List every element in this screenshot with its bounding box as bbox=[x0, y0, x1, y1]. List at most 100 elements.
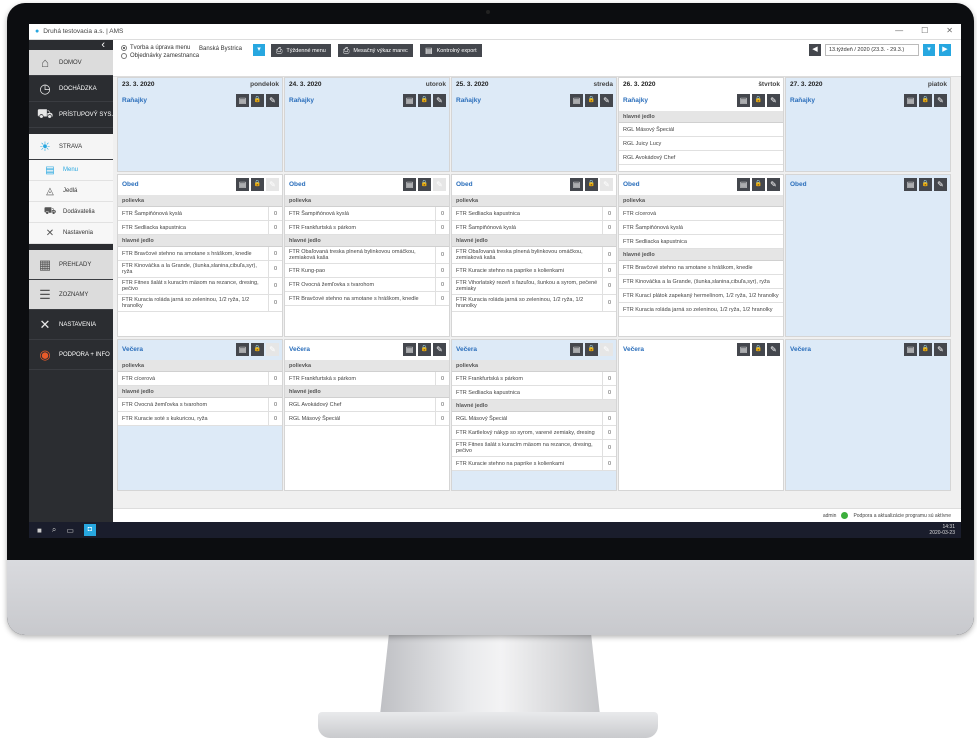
monthly-report-button[interactable]: ⎙ Mesačný výkaz marec bbox=[338, 44, 413, 57]
edit-icon[interactable]: ✎ bbox=[934, 94, 947, 107]
menu-item-row[interactable]: FTR Kinováčka a la Grande, (šunka,slanin… bbox=[118, 261, 282, 278]
lock-icon[interactable]: 🔒 bbox=[418, 343, 431, 356]
menu-item-row[interactable]: RGL Avokádový Chef bbox=[619, 151, 783, 165]
menu-item-row[interactable]: RGL Juicy Lucy bbox=[619, 137, 783, 151]
edit-icon[interactable]: ✎ bbox=[767, 343, 780, 356]
maximize-icon[interactable]: ☐ bbox=[921, 26, 928, 35]
menu-item-row[interactable]: FTR Sedliacka kapustnica bbox=[619, 235, 783, 249]
edit-icon[interactable]: ✎ bbox=[600, 343, 613, 356]
search-icon[interactable]: ⌕ bbox=[52, 525, 56, 535]
edit-icon[interactable]: ✎ bbox=[600, 178, 613, 191]
lock-icon[interactable]: 🔒 bbox=[919, 343, 932, 356]
menu-item-row[interactable]: FTR Obaľovaná treska plnená bylinkovou o… bbox=[285, 247, 449, 264]
edit-icon[interactable]: ✎ bbox=[433, 178, 446, 191]
edit-icon[interactable]: ✎ bbox=[266, 178, 279, 191]
next-week-icon[interactable]: ▶ bbox=[939, 44, 951, 56]
document-icon[interactable]: ▤ bbox=[570, 94, 583, 107]
document-icon[interactable]: ▤ bbox=[236, 178, 249, 191]
sidebar-item-domov[interactable]: ⌂ DOMOV bbox=[29, 50, 113, 76]
menu-item-row[interactable]: RGL Mäsový Špeciál 0 bbox=[285, 412, 449, 426]
app-taskbar-icon[interactable]: ◘ bbox=[83, 524, 96, 536]
sidebar-item-pristupovy[interactable]: ⛟ PRÍSTUPOVÝ SYS. bbox=[29, 102, 113, 128]
document-icon[interactable]: ▤ bbox=[737, 343, 750, 356]
subnav-item-menu[interactable]: ▤ Menu bbox=[29, 160, 113, 181]
document-icon[interactable]: ▤ bbox=[737, 178, 750, 191]
menu-item-row[interactable]: FTR Šampiňónová kyslá 0 bbox=[285, 207, 449, 221]
lock-icon[interactable]: 🔒 bbox=[919, 94, 932, 107]
edit-icon[interactable]: ✎ bbox=[767, 94, 780, 107]
document-icon[interactable]: ▤ bbox=[403, 178, 416, 191]
menu-item-row[interactable]: FTR Frankfurtská s párkom 0 bbox=[452, 372, 616, 386]
lock-icon[interactable]: 🔒 bbox=[585, 178, 598, 191]
lock-icon[interactable]: 🔒 bbox=[919, 178, 932, 191]
menu-item-row[interactable]: FTR Fitnes šalát s kuracím mäsom na reza… bbox=[452, 440, 616, 457]
lock-icon[interactable]: 🔒 bbox=[752, 343, 765, 356]
collapse-sidebar-icon[interactable]: ‹ bbox=[101, 40, 105, 51]
week-dropdown-icon[interactable]: ▾ bbox=[923, 44, 935, 56]
control-export-button[interactable]: ▤ Kontrolný export bbox=[420, 44, 482, 57]
menu-item-row[interactable]: FTR Frankfurtská s párkom 0 bbox=[285, 372, 449, 386]
menu-item-row[interactable]: FTR Sedliacka kapustnica 0 bbox=[452, 207, 616, 221]
sidebar-item-zoznamy[interactable]: ☰ ZOZNAMY bbox=[29, 280, 113, 310]
document-icon[interactable]: ▤ bbox=[570, 343, 583, 356]
radio-tvorba[interactable]: Tvorba a úprava menu bbox=[121, 44, 199, 52]
subnav-item-dodavatelia[interactable]: ⛟ Dodávatelia bbox=[29, 202, 113, 223]
sidebar-item-nastavenia[interactable]: ✕ NASTAVENIA bbox=[29, 310, 113, 340]
menu-item-row[interactable]: FTR Kuracie stehno na paprike s kolienka… bbox=[452, 457, 616, 471]
edit-icon[interactable]: ✎ bbox=[600, 94, 613, 107]
lock-icon[interactable]: 🔒 bbox=[752, 94, 765, 107]
lock-icon[interactable]: 🔒 bbox=[418, 178, 431, 191]
menu-item-row[interactable]: FTR Ovocná žemľovka s tvarohom 0 bbox=[285, 278, 449, 292]
start-icon[interactable]: ■ bbox=[37, 526, 42, 535]
edit-icon[interactable]: ✎ bbox=[433, 343, 446, 356]
lock-icon[interactable]: 🔒 bbox=[418, 94, 431, 107]
document-icon[interactable]: ▤ bbox=[403, 343, 416, 356]
lock-icon[interactable]: 🔒 bbox=[251, 178, 264, 191]
sidebar-item-dochadzka[interactable]: ◷ DOCHÁDZKA bbox=[29, 76, 113, 102]
lock-icon[interactable]: 🔒 bbox=[251, 343, 264, 356]
menu-item-row[interactable]: FTR Bravčové stehno na smotane s hráškom… bbox=[619, 261, 783, 275]
week-select[interactable]: 13.týždeň / 2020 (23.3. - 29.3.) bbox=[825, 44, 919, 56]
menu-item-row[interactable]: FTR Šampiňónová kyslá bbox=[619, 221, 783, 235]
edit-icon[interactable]: ✎ bbox=[433, 94, 446, 107]
document-icon[interactable]: ▤ bbox=[570, 178, 583, 191]
task-view-icon[interactable]: ▭ bbox=[66, 526, 74, 535]
subnav-item-jedla[interactable]: ◬ Jedlá bbox=[29, 181, 113, 202]
radio-objednavky[interactable]: Objednávky zamestnanca bbox=[121, 52, 199, 60]
sidebar-item-strava[interactable]: ☀ STRAVA bbox=[29, 134, 113, 160]
menu-item-row[interactable]: FTR Fitnes šalát s kuracím mäsom na reza… bbox=[118, 278, 282, 295]
menu-item-row[interactable]: FTR Kuracie soté s kukuricou, ryža 0 bbox=[118, 412, 282, 426]
menu-item-row[interactable]: FTR Šampiňónová kyslá 0 bbox=[118, 207, 282, 221]
location-dropdown-icon[interactable]: ▾ bbox=[253, 44, 265, 56]
menu-item-row[interactable]: FTR Kartlelový nákyp so syrom, varené ze… bbox=[452, 426, 616, 440]
menu-item-row[interactable]: FTR Frankfurtská s párkom 0 bbox=[285, 221, 449, 235]
menu-item-row[interactable]: FTR Kung-pao 0 bbox=[285, 264, 449, 278]
sidebar-item-podpora[interactable]: ◉ PODPORA + INFO bbox=[29, 340, 113, 370]
edit-icon[interactable]: ✎ bbox=[266, 94, 279, 107]
menu-item-row[interactable]: FTR Bravčové stehno na smotane s hráškom… bbox=[285, 292, 449, 306]
minimize-icon[interactable]: — bbox=[895, 26, 903, 35]
menu-item-row[interactable]: FTR Kuracie stehno na paprike s kolienka… bbox=[452, 264, 616, 278]
menu-item-row[interactable]: FTR Ovocná žemľovka s tvarohom 0 bbox=[118, 398, 282, 412]
document-icon[interactable]: ▤ bbox=[737, 94, 750, 107]
menu-item-row[interactable]: FTR Kinováčka a la Grande, (šunka,slanin… bbox=[619, 275, 783, 289]
lock-icon[interactable]: 🔒 bbox=[585, 94, 598, 107]
menu-item-row[interactable]: FTR Šampiňónová kyslá 0 bbox=[452, 221, 616, 235]
document-icon[interactable]: ▤ bbox=[236, 343, 249, 356]
menu-item-row[interactable]: FTR cícerová 0 bbox=[118, 372, 282, 386]
menu-item-row[interactable]: FTR Kuracia roláda jarná so zeleninou, 1… bbox=[452, 295, 616, 312]
document-icon[interactable]: ▤ bbox=[904, 94, 917, 107]
menu-item-row[interactable]: RGL Avokádový Chef 0 bbox=[285, 398, 449, 412]
sidebar-item-prehlady[interactable]: ▦ PREHĽADY bbox=[29, 250, 113, 280]
document-icon[interactable]: ▤ bbox=[904, 343, 917, 356]
edit-icon[interactable]: ✎ bbox=[934, 343, 947, 356]
menu-item-row[interactable]: FTR Sedliacka kapustnica 0 bbox=[118, 221, 282, 235]
menu-item-row[interactable]: FTR Sedliacka kapustnica 0 bbox=[452, 386, 616, 400]
lock-icon[interactable]: 🔒 bbox=[585, 343, 598, 356]
document-icon[interactable]: ▤ bbox=[403, 94, 416, 107]
menu-item-row[interactable]: FTR Obaľovaná treska plnená bylinkovou o… bbox=[452, 247, 616, 264]
menu-item-row[interactable]: FTR Kuracia roláda jarná so zeleninou, 1… bbox=[619, 303, 783, 317]
close-icon[interactable]: ✕ bbox=[946, 26, 953, 35]
menu-item-row[interactable]: FTR Bravčové stehno na smotane s hráškom… bbox=[118, 247, 282, 261]
edit-icon[interactable]: ✎ bbox=[266, 343, 279, 356]
